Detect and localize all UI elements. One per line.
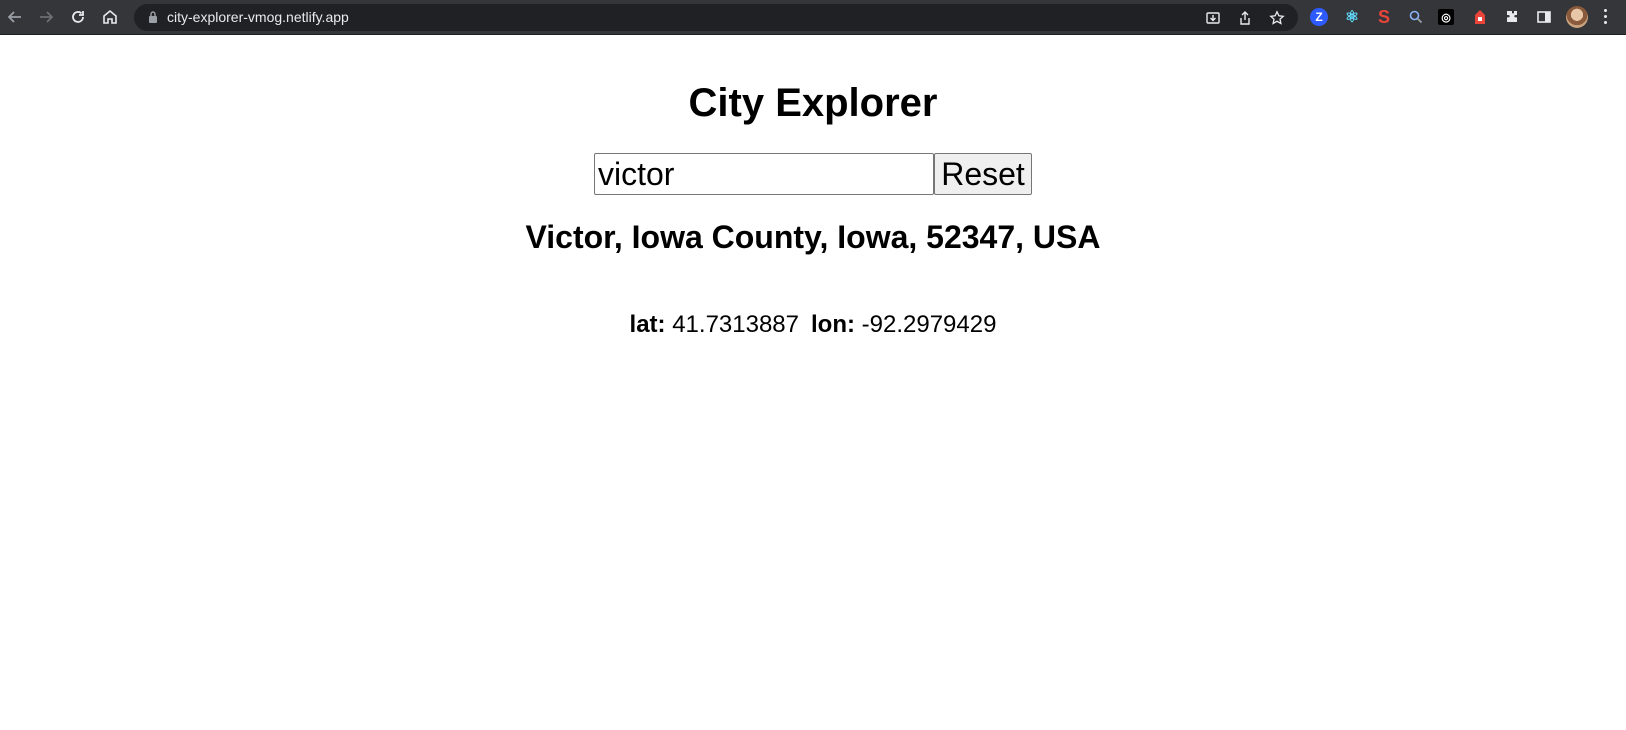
- coordinates: lat: 41.7313887 lon: -92.2979429: [0, 310, 1626, 340]
- zoom-extension-icon[interactable]: Z: [1310, 8, 1328, 26]
- page-content: City Explorer Reset Victor, Iowa County,…: [0, 35, 1626, 730]
- lon-label: lon:: [811, 311, 855, 338]
- city-search-input[interactable]: [594, 153, 934, 195]
- react-devtools-icon[interactable]: ⚛: [1342, 7, 1362, 27]
- browser-toolbar: city-explorer-vmog.netlify.app Z ⚛ S ◎: [0, 0, 1626, 35]
- red-extension-icon[interactable]: [1470, 7, 1490, 27]
- magnifier-extension-icon[interactable]: [1406, 7, 1426, 27]
- url-text[interactable]: city-explorer-vmog.netlify.app: [167, 8, 349, 27]
- forward-arrow-icon[interactable]: [35, 6, 57, 28]
- install-icon[interactable]: [1204, 9, 1222, 27]
- home-icon[interactable]: [99, 6, 121, 28]
- openai-extension-icon[interactable]: ◎: [1438, 9, 1454, 25]
- back-arrow-icon[interactable]: [4, 6, 26, 28]
- side-panel-icon[interactable]: [1534, 7, 1554, 27]
- search-form: Reset: [0, 153, 1626, 195]
- lock-icon[interactable]: [146, 10, 160, 24]
- star-icon[interactable]: [1268, 9, 1286, 27]
- menu-icon[interactable]: [1604, 9, 1608, 25]
- address-bar[interactable]: city-explorer-vmog.netlify.app: [134, 4, 1298, 31]
- page-title: City Explorer: [688, 81, 938, 125]
- lon-value: -92.2979429: [861, 311, 997, 338]
- reload-icon[interactable]: [67, 6, 89, 28]
- reset-button[interactable]: Reset: [934, 153, 1032, 195]
- city-display-name: Victor, Iowa County, Iowa, 52347, USA: [525, 219, 1101, 255]
- lat-value: 41.7313887: [672, 311, 799, 338]
- s-extension-icon[interactable]: S: [1374, 7, 1394, 27]
- lat-label: lat:: [629, 311, 666, 338]
- profile-avatar[interactable]: [1566, 6, 1588, 28]
- share-icon[interactable]: [1236, 9, 1254, 27]
- extensions-icon[interactable]: [1502, 7, 1522, 27]
